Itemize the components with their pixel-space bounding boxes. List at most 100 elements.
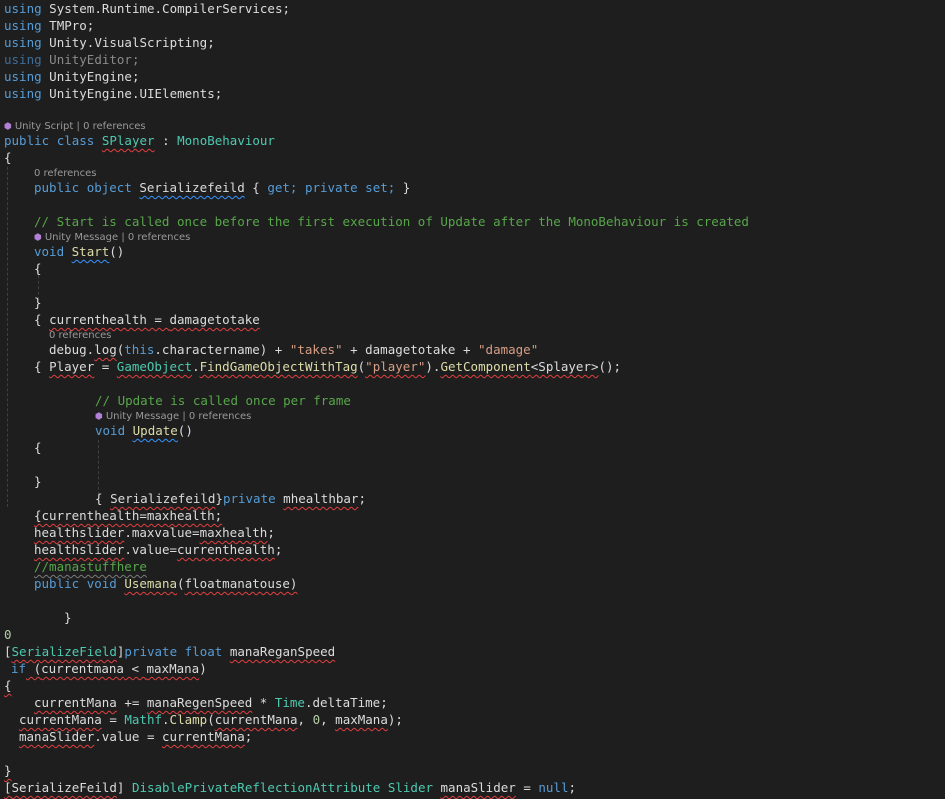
class-name[interactable]: SPlayer: [102, 133, 155, 148]
method-declaration[interactable]: public void Usemana(floatmanatouse): [34, 575, 297, 592]
identifier[interactable]: damagetotake: [169, 312, 259, 327]
class-declaration[interactable]: public class SPlayer : MonoBehaviour: [4, 132, 275, 149]
identifier[interactable]: healthslider: [34, 542, 124, 557]
expression: + damagetotake +: [342, 342, 479, 357]
paren: ).: [425, 359, 441, 374]
keyword: set;: [365, 180, 396, 195]
type-name[interactable]: Time: [275, 695, 305, 710]
identifier[interactable]: manaSlider: [441, 780, 516, 795]
codelens-references[interactable]: 0 references: [83, 121, 146, 132]
keyword: null: [538, 780, 569, 795]
expression: .charactername) +: [154, 342, 290, 357]
identifier[interactable]: manaRegenSpeed: [147, 695, 252, 710]
method-name[interactable]: Usemana: [124, 576, 177, 591]
field-line[interactable]: [SerializeField]private float manaReganS…: [4, 643, 335, 660]
identifier[interactable]: currentmana: [41, 661, 124, 676]
operator: =: [515, 780, 539, 795]
statement-line[interactable]: debug.log(this.charactername) + "takes" …: [49, 341, 538, 358]
using-line[interactable]: using UnityEditor;: [4, 51, 139, 68]
identifier[interactable]: SerializeFeild: [12, 780, 117, 795]
statement-line[interactable]: { Player = GameObject.FindGameObjectWith…: [34, 358, 621, 375]
keyword: void: [34, 244, 65, 259]
keyword: private: [222, 491, 276, 506]
identifier[interactable]: currenthealth: [49, 312, 147, 327]
field-line[interactable]: { Serializefeild}private mhealthbar;: [95, 490, 366, 507]
keyword: using: [4, 52, 42, 67]
codelens-references[interactable]: 0 references: [189, 411, 252, 422]
codelens-references[interactable]: 0 references: [128, 232, 191, 243]
member: .maxvalue=: [124, 525, 200, 540]
comment: //manastuffhere: [34, 558, 147, 575]
using-line[interactable]: using TMPro;: [4, 17, 94, 34]
identifier[interactable]: maxMana: [147, 661, 200, 676]
identifier[interactable]: maxMana: [335, 712, 388, 727]
semicolon: ;: [274, 542, 283, 557]
identifier[interactable]: floatmanatouse: [185, 576, 290, 591]
method-name[interactable]: Start: [72, 244, 110, 259]
identifier[interactable]: currentMana: [19, 712, 102, 727]
attribute[interactable]: SerializeField: [12, 644, 117, 659]
codelens-kind[interactable]: Unity Message: [45, 232, 118, 243]
property-name[interactable]: Serializefeild: [139, 180, 244, 195]
statement-line[interactable]: manaSlider.value = currentMana;: [19, 728, 252, 745]
codelens-kind[interactable]: Unity Script: [15, 121, 73, 132]
type-name[interactable]: DisablePrivateReflectionAttribute: [132, 780, 380, 795]
keyword: object: [86, 180, 132, 195]
dot: .: [192, 359, 200, 374]
parens: (): [177, 423, 193, 438]
statement-line[interactable]: currentMana += manaRegenSpeed * Time.del…: [34, 694, 388, 711]
parens: (): [109, 244, 125, 259]
statement-line[interactable]: healthslider.maxvalue=maxhealth;: [34, 524, 275, 541]
identifier[interactable]: maxhealth: [200, 525, 268, 540]
paren: (: [26, 661, 42, 676]
unity-cube-icon: ⬢: [34, 233, 42, 243]
identifier[interactable]: Serializefeild: [110, 491, 215, 506]
bracket: [: [4, 780, 12, 795]
statement-line[interactable]: { currenthealth = damagetotake: [34, 311, 260, 328]
keyword: get;: [267, 180, 298, 195]
type-name[interactable]: Slider: [388, 780, 433, 795]
property-line[interactable]: public object Serializefeild { get; priv…: [34, 179, 410, 196]
identifier[interactable]: Player: [49, 359, 94, 374]
method-call[interactable]: GetComponent: [440, 359, 530, 374]
identifier[interactable]: debug: [49, 342, 87, 357]
method-name[interactable]: Update: [133, 423, 178, 438]
identifier[interactable]: manaSlider: [19, 729, 94, 744]
method-call[interactable]: Clamp: [170, 712, 208, 727]
identifier[interactable]: currenthealth: [177, 542, 275, 557]
identifier[interactable]: healthslider: [34, 525, 124, 540]
identifier[interactable]: currentMana: [215, 712, 298, 727]
identifier[interactable]: log: [94, 342, 117, 357]
base-class[interactable]: MonoBehaviour: [177, 133, 275, 148]
brace: {: [4, 677, 12, 694]
method-declaration[interactable]: void Start(): [34, 243, 124, 260]
method-call[interactable]: FindGameObjectWithTag: [200, 359, 358, 374]
type-name[interactable]: GameObject: [117, 359, 192, 374]
keyword: if: [11, 661, 27, 676]
using-line[interactable]: using System.Runtime.CompilerServices;: [4, 0, 290, 17]
method-declaration[interactable]: void Update(): [95, 422, 193, 439]
field-line[interactable]: [SerializeFeild] DisablePrivateReflectio…: [4, 779, 576, 796]
using-line[interactable]: using UnityEngine.UIElements;: [4, 85, 222, 102]
generic-arg: <Splayer>: [530, 359, 599, 374]
if-statement[interactable]: if (currentmana < maxMana): [11, 660, 207, 677]
identifier[interactable]: mhealthbar: [283, 491, 358, 506]
type-name[interactable]: Mathf: [124, 712, 162, 727]
identifier[interactable]: currentMana: [34, 695, 117, 710]
statement-line[interactable]: currentMana = Mathf.Clamp(currentMana, 0…: [19, 711, 403, 728]
paren: (: [177, 576, 185, 591]
code-editor[interactable]: using System.Runtime.CompilerServices; u…: [0, 0, 945, 799]
brace: }: [34, 295, 42, 310]
identifier[interactable]: currentMana: [162, 729, 245, 744]
codelens-kind[interactable]: Unity Message: [106, 411, 179, 422]
statement-line[interactable]: healthslider.value=currenthealth;: [34, 541, 282, 558]
identifier[interactable]: manaReganSpeed: [230, 644, 335, 659]
using-line[interactable]: using UnityEngine;: [4, 68, 139, 85]
using-line[interactable]: using Unity.VisualScripting;: [4, 34, 215, 51]
indent-guide: [7, 167, 8, 507]
expression[interactable]: {currenthealth=maxhealth;: [34, 508, 222, 523]
statement-line[interactable]: {currenthealth=maxhealth;: [34, 507, 222, 524]
keyword: using: [4, 1, 42, 16]
